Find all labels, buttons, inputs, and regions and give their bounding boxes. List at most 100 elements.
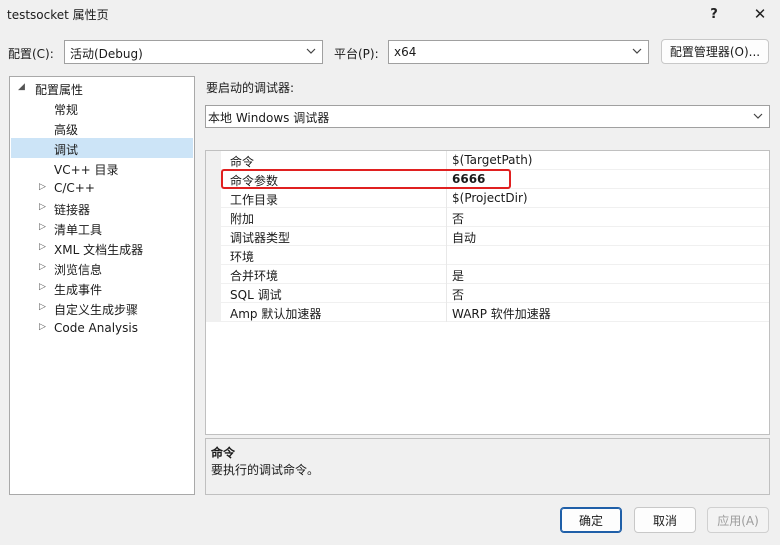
tree-item-label: 浏览信息 [54, 263, 103, 277]
property-row-attach[interactable]: 附加 否 [206, 208, 769, 227]
tree-item-label: 高级 [54, 123, 79, 137]
property-name: SQL 调试 [230, 288, 282, 302]
debugger-dropdown[interactable]: 本地 Windows 调试器 [205, 105, 770, 128]
property-value[interactable]: 否 [452, 286, 464, 303]
column-divider [446, 189, 447, 208]
ok-button[interactable]: 确定 [560, 507, 622, 533]
tree-item-config-properties[interactable]: ◢ 配置属性 [11, 78, 193, 98]
property-row-working-directory[interactable]: 工作目录 $(ProjectDir) [206, 189, 769, 208]
property-value[interactable]: $(TargetPath) [452, 153, 532, 167]
close-button[interactable]: ✕ [740, 0, 780, 28]
row-gutter [206, 265, 221, 284]
apply-button[interactable]: 应用(A) [707, 507, 769, 533]
tree-item-label: 配置属性 [35, 83, 84, 97]
row-gutter [206, 303, 221, 322]
collapsed-triangle-icon[interactable]: ▷ [39, 262, 49, 274]
tree-item-label: XML 文档生成器 [54, 243, 144, 257]
column-divider [446, 284, 447, 303]
tree-item-label: 链接器 [54, 203, 91, 217]
column-divider [446, 208, 447, 227]
tree-item-custom-build-step[interactable]: ▷ 自定义生成步骤 [11, 298, 193, 318]
config-label: 配置(C): [8, 47, 54, 61]
collapsed-triangle-icon[interactable]: ▷ [39, 302, 49, 314]
property-name: 命令 [230, 155, 255, 169]
platform-dropdown[interactable]: x64 [388, 40, 649, 64]
row-gutter [206, 151, 221, 170]
tree-item-label: VC++ 目录 [54, 163, 119, 177]
tree-item-browse-info[interactable]: ▷ 浏览信息 [11, 258, 193, 278]
tree-item-label: 清单工具 [54, 223, 103, 237]
cancel-button[interactable]: 取消 [634, 507, 696, 533]
column-divider [446, 303, 447, 322]
red-highlight-box [221, 169, 511, 189]
property-value[interactable]: $(ProjectDir) [452, 191, 528, 205]
property-value[interactable]: 是 [452, 267, 464, 284]
property-name: Amp 默认加速器 [230, 307, 322, 321]
property-row-debugger-type[interactable]: 调试器类型 自动 [206, 227, 769, 246]
tree-item-xml-doc-generator[interactable]: ▷ XML 文档生成器 [11, 238, 193, 258]
platform-label: 平台(P): [334, 47, 379, 61]
debugger-value: 本地 Windows 调试器 [208, 111, 330, 125]
property-row-sql-debugging[interactable]: SQL 调试 否 [206, 284, 769, 303]
property-row-amp-accelerator[interactable]: Amp 默认加速器 WARP 软件加速器 [206, 303, 769, 322]
chevron-down-icon [753, 113, 763, 119]
row-gutter [206, 189, 221, 208]
row-gutter [206, 227, 221, 246]
collapsed-triangle-icon[interactable]: ▷ [39, 282, 49, 294]
tree-item-advanced[interactable]: 高级 [11, 118, 193, 138]
tree-item-vc-directories[interactable]: VC++ 目录 [11, 158, 193, 178]
property-name: 环境 [230, 250, 255, 264]
title-bar: testsocket 属性页 ? ✕ [0, 0, 780, 28]
collapsed-triangle-icon[interactable]: ▷ [39, 182, 49, 194]
property-tree: ◢ 配置属性 常规 高级 调试 VC++ 目录 ▷ C/C++ ▷ 链接器 ▷ … [9, 76, 195, 495]
expanded-triangle-icon[interactable]: ◢ [18, 82, 28, 94]
tree-item-label: 调试 [54, 143, 79, 157]
property-value[interactable]: 否 [452, 210, 464, 227]
tree-item-cpp[interactable]: ▷ C/C++ [11, 178, 193, 198]
row-gutter [206, 170, 221, 189]
property-value[interactable]: WARP 软件加速器 [452, 305, 551, 322]
description-title: 命令 [211, 446, 236, 460]
property-name: 调试器类型 [230, 231, 291, 245]
description-text: 要执行的调试命令。 [211, 463, 320, 477]
collapsed-triangle-icon[interactable]: ▷ [39, 222, 49, 234]
property-name: 附加 [230, 212, 255, 226]
row-gutter [206, 208, 221, 227]
tree-item-label: 生成事件 [54, 283, 103, 297]
row-gutter [206, 246, 221, 265]
column-divider [446, 227, 447, 246]
tree-item-manifest-tool[interactable]: ▷ 清单工具 [11, 218, 193, 238]
config-value: 活动(Debug) [70, 47, 143, 61]
collapsed-triangle-icon[interactable]: ▷ [39, 202, 49, 214]
property-name: 工作目录 [230, 193, 279, 207]
column-divider [446, 151, 447, 170]
config-dropdown[interactable]: 活动(Debug) [64, 40, 323, 64]
tree-item-label: 自定义生成步骤 [54, 303, 139, 317]
tree-item-label: C/C++ [54, 181, 95, 195]
description-panel: 命令 要执行的调试命令。 [205, 438, 770, 495]
property-grid: 命令 $(TargetPath) 命令参数 6666 工作目录 $(Projec… [205, 150, 770, 435]
property-row-merge-environment[interactable]: 合并环境 是 [206, 265, 769, 284]
tree-item-general[interactable]: 常规 [11, 98, 193, 118]
row-gutter [206, 284, 221, 303]
tree-item-build-events[interactable]: ▷ 生成事件 [11, 278, 193, 298]
platform-value: x64 [394, 45, 417, 59]
config-manager-button[interactable]: 配置管理器(O)... [661, 39, 769, 64]
debugger-label: 要启动的调试器: [206, 81, 295, 95]
tree-item-label: 常规 [54, 103, 79, 117]
help-button[interactable]: ? [694, 0, 734, 28]
tree-item-code-analysis[interactable]: ▷ Code Analysis [11, 318, 193, 338]
column-divider [446, 265, 447, 284]
collapsed-triangle-icon[interactable]: ▷ [39, 242, 49, 254]
column-divider [446, 246, 447, 265]
property-row-command[interactable]: 命令 $(TargetPath) [206, 151, 769, 170]
property-name: 合并环境 [230, 269, 279, 283]
property-value[interactable]: 自动 [452, 229, 476, 246]
collapsed-triangle-icon[interactable]: ▷ [39, 322, 49, 334]
tree-item-label: Code Analysis [54, 321, 138, 335]
tree-item-linker[interactable]: ▷ 链接器 [11, 198, 193, 218]
tree-item-debugging[interactable]: 调试 [11, 138, 193, 158]
chevron-down-icon [632, 48, 642, 54]
chevron-down-icon [306, 48, 316, 54]
property-row-environment[interactable]: 环境 [206, 246, 769, 265]
